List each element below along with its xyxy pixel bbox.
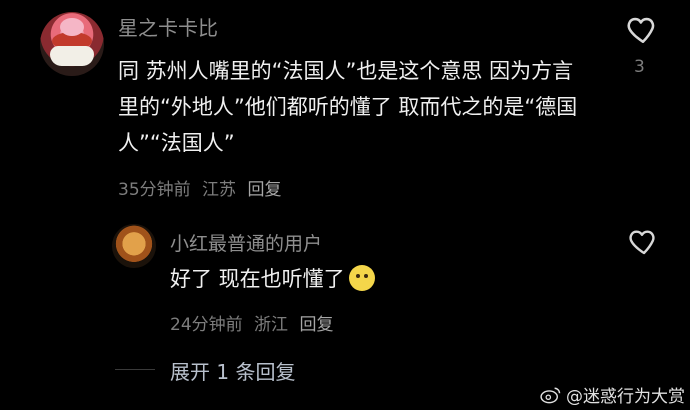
avatar-rice <box>50 46 94 66</box>
username[interactable]: 星之卡卡比 <box>118 12 218 41</box>
like-count: 3 <box>634 57 645 77</box>
reply-meta: 24分钟前 浙江 回复 <box>170 310 333 335</box>
comment-time: 35分钟前 <box>118 180 191 200</box>
watermark-text: @迷惑行为大赏 <box>566 387 685 407</box>
avatar[interactable] <box>40 12 104 76</box>
comment-meta: 35分钟前 江苏 回复 <box>118 175 281 200</box>
divider <box>115 369 155 370</box>
reply-time: 24分钟前 <box>170 315 243 335</box>
avatar-face <box>60 18 84 36</box>
heart-icon[interactable] <box>626 12 660 46</box>
reply-avatar[interactable] <box>112 224 156 268</box>
comment-text: 同 苏州人嘴里的“法国人”也是这个意思 因为方言里的“外地人”他们都听的懂了 取… <box>118 59 578 155</box>
expand-replies-button[interactable]: 展开 1 条回复 <box>170 356 295 385</box>
weibo-icon <box>540 387 561 403</box>
watermark: @迷惑行为大赏 <box>540 382 685 407</box>
reply-text-row: 好了 现在也听懂了 <box>170 263 375 293</box>
smiley-emoji-icon <box>348 265 375 291</box>
comment-location: 江苏 <box>202 180 237 200</box>
reply-location: 浙江 <box>254 315 289 335</box>
reply-reply-button[interactable]: 回复 <box>299 315 333 335</box>
reply-heart-icon[interactable] <box>628 225 660 257</box>
reply-text: 好了 现在也听懂了 <box>170 267 345 291</box>
reply-username[interactable]: 小红最普通的用户 <box>170 229 322 256</box>
reply-button[interactable]: 回复 <box>247 180 281 200</box>
